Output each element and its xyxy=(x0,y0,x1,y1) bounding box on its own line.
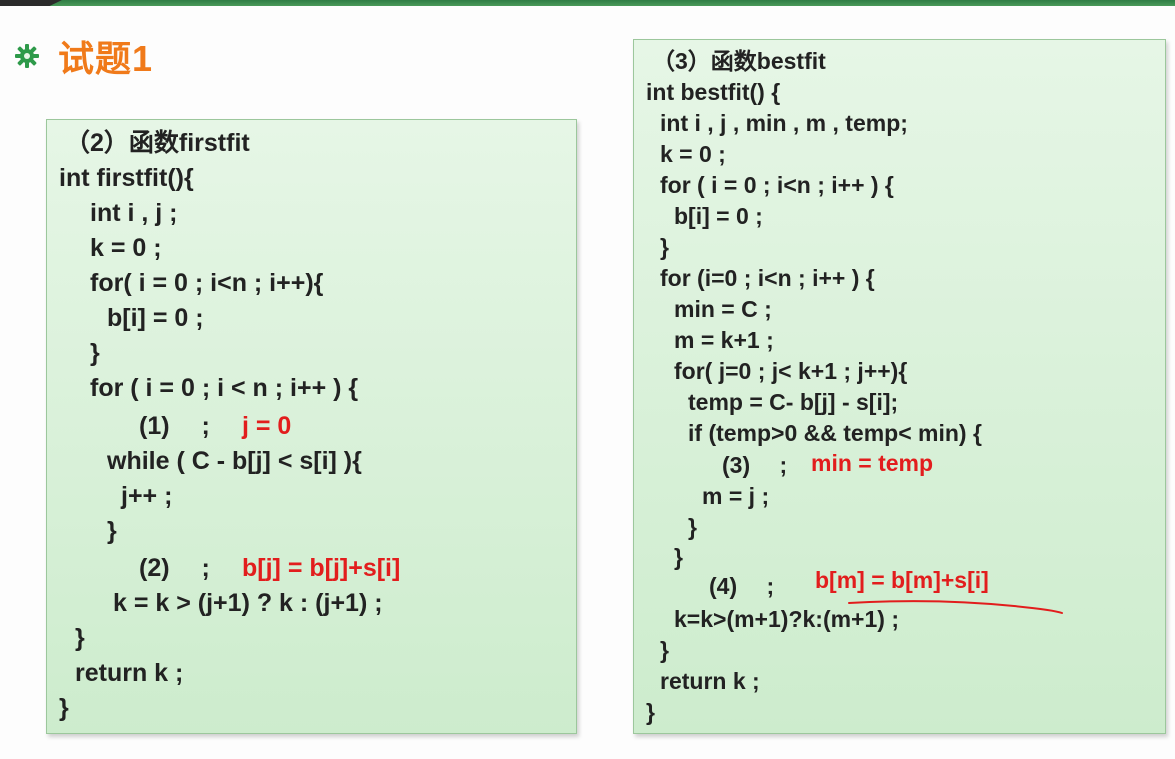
blank-1-label: (1) ; xyxy=(139,412,210,440)
code-line: int i , j ; xyxy=(90,199,178,227)
red-underline-annotation xyxy=(848,600,1063,614)
top-accent-bar xyxy=(0,0,1175,6)
green-gear-bullet-icon xyxy=(15,44,39,68)
code-line: for( i = 0 ; i<n ; i++){ xyxy=(90,269,324,297)
code-line: int firstfit(){ xyxy=(59,164,194,192)
blank-2-label: (2) ; xyxy=(139,554,210,582)
panel-heading: （2）函数firstfit xyxy=(65,129,250,157)
code-line: } xyxy=(75,624,85,652)
code-line: for ( i = 0 ; i < n ; i++ ) { xyxy=(90,374,359,402)
code-line: k = 0 ; xyxy=(90,234,162,262)
answer-2: b[j] = b[j]+s[i] xyxy=(242,554,401,582)
slide-title-row: 试题1 xyxy=(14,34,153,79)
code-line: j++ ; xyxy=(121,482,173,510)
code-line: while ( C - b[j] < s[i] ){ xyxy=(107,447,362,475)
code-line: } xyxy=(107,517,117,545)
slide-title: 试题1 xyxy=(58,38,154,79)
code-line: k = k > (j+1) ? k : (j+1) ; xyxy=(113,589,383,617)
code-line: return k ; xyxy=(75,659,184,687)
answer-1: j = 0 xyxy=(242,412,292,440)
code-line: } xyxy=(90,339,100,367)
code-line: } xyxy=(59,694,69,722)
bestfit-code-panel: （3）函数bestfit int bestfit() { int i , j ,… xyxy=(633,39,1166,734)
firstfit-code-panel: （2）函数firstfit int firstfit(){ int i , j … xyxy=(46,119,577,734)
code-line: b[i] = 0 ; xyxy=(107,304,204,332)
